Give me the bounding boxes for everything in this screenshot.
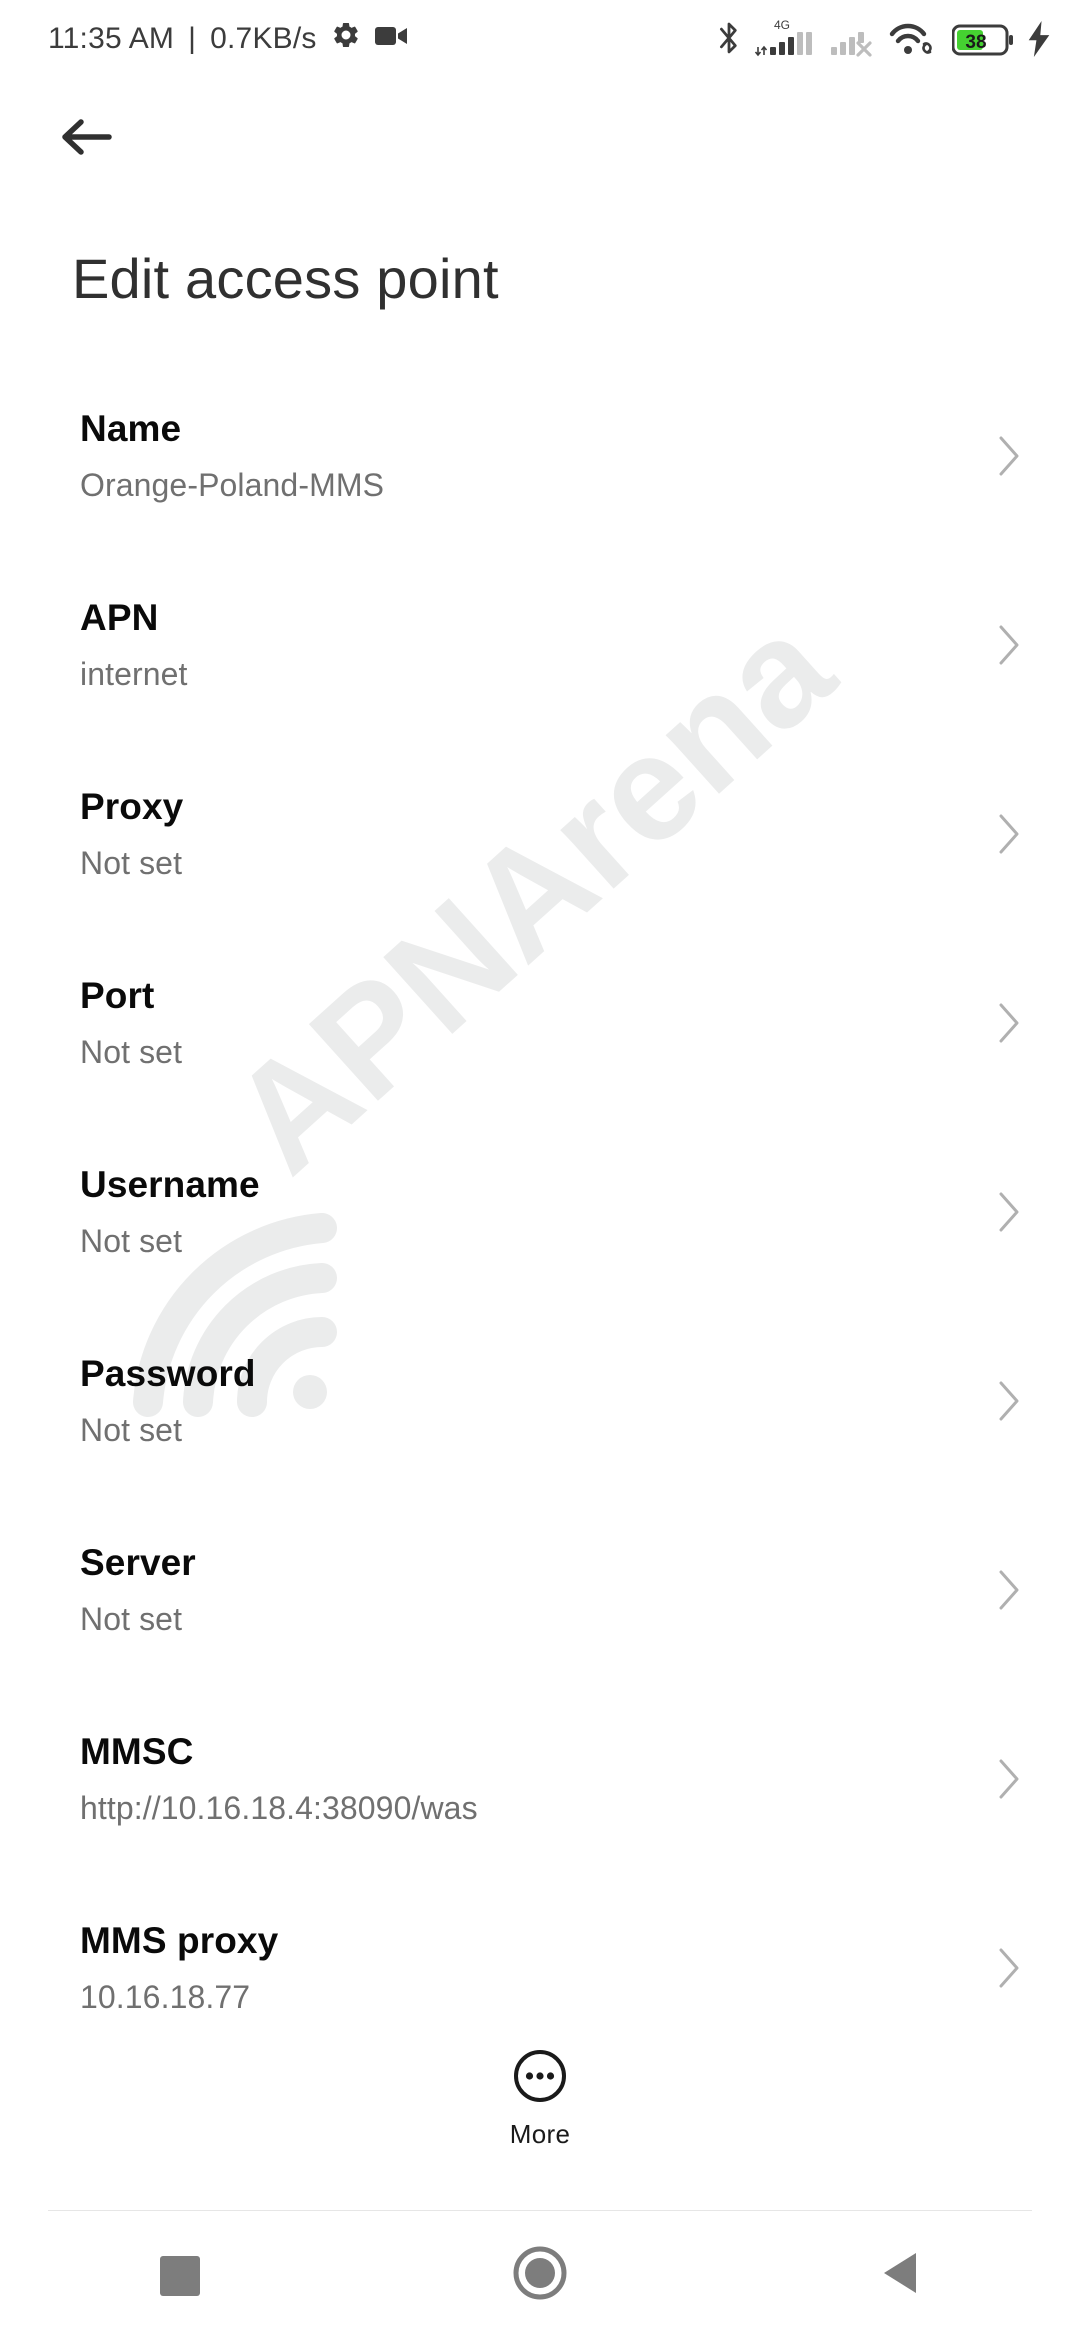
more-button-label: More (509, 2119, 571, 2149)
charging-bolt-icon (1026, 20, 1052, 62)
list-item-value: Orange-Poland-MMS (80, 467, 385, 503)
list-item-apn[interactable]: APN internet (0, 585, 1080, 774)
chevron-right-icon (996, 434, 1022, 483)
chevron-right-icon (996, 1001, 1022, 1050)
back-nav-button[interactable] (48, 100, 126, 178)
wifi-icon (888, 17, 940, 62)
battery-icon: 38 (951, 23, 1014, 62)
list-item-label: MMS proxy (80, 1920, 279, 1961)
list-item-value: Not set (80, 1223, 183, 1259)
list-item-value: internet (80, 656, 188, 692)
arrow-left-icon (59, 114, 115, 165)
video-camera-icon (374, 22, 409, 56)
home-button[interactable] (360, 2211, 720, 2340)
status-bar-right: 4G 38 (716, 17, 1052, 62)
svg-text:38: 38 (965, 32, 986, 53)
gear-icon (331, 20, 361, 58)
back-button[interactable] (720, 2211, 1080, 2340)
list-item-label: Proxy (80, 786, 184, 827)
list-item-value: 10.16.18.77 (80, 1979, 251, 2015)
chevron-right-icon (996, 1946, 1022, 1995)
chevron-right-icon (996, 1379, 1022, 1428)
chevron-right-icon (996, 812, 1022, 861)
app-bar (0, 78, 1080, 198)
bluetooth-icon (716, 19, 742, 62)
list-item-value: Not set (80, 1412, 183, 1448)
list-item-label: Username (80, 1164, 260, 1205)
list-item-proxy[interactable]: Proxy Not set (0, 774, 1080, 963)
page-title: Edit access point (72, 247, 499, 310)
status-bar-left: 11:35 AM | 0.7KB/s (48, 20, 409, 58)
list-item-label: Server (80, 1542, 196, 1583)
list-item-password[interactable]: Password Not set (0, 1341, 1080, 1530)
square-icon (160, 2255, 200, 2296)
list-item-label: Password (80, 1353, 256, 1394)
signal-4g-icon: 4G (754, 17, 818, 62)
list-item-value: Not set (80, 845, 183, 881)
list-item-username[interactable]: Username Not set (0, 1152, 1080, 1341)
signal-sim2-no-service-icon (830, 17, 876, 62)
svg-text:4G: 4G (774, 18, 790, 32)
list-item-mmsc[interactable]: MMSC http://10.16.18.4:38090/was (0, 1719, 1080, 1908)
phone-screen: 11:35 AM | 0.7KB/s 4G 38 Edit access poi… (0, 0, 1080, 2340)
list-item-label: Port (80, 975, 155, 1016)
list-item-value: Not set (80, 1034, 183, 1070)
list-item-label: MMSC (80, 1731, 194, 1772)
more-dots-circle-icon (512, 2048, 568, 2109)
circle-icon (513, 2246, 567, 2305)
chevron-right-icon (996, 623, 1022, 672)
access-point-field-list: Name Orange-Poland-MMS APN internet Prox… (0, 396, 1080, 2097)
list-item-server[interactable]: Server Not set (0, 1530, 1080, 1719)
triangle-left-icon (878, 2249, 922, 2302)
list-item-value: http://10.16.18.4:38090/was (80, 1790, 478, 1826)
list-item-label: APN (80, 597, 159, 638)
more-button[interactable]: More (0, 2048, 1080, 2150)
status-time: 11:35 AM (48, 22, 175, 55)
system-navigation-bar (0, 2211, 1080, 2340)
recents-button[interactable] (0, 2211, 360, 2340)
list-item-value: Not set (80, 1601, 183, 1637)
status-network-speed: 0.7KB/s (210, 22, 317, 55)
chevron-right-icon (996, 1757, 1022, 1806)
status-bar: 11:35 AM | 0.7KB/s 4G 38 (0, 0, 1080, 78)
status-separator: | (188, 22, 197, 55)
list-item-label: Name (80, 408, 182, 449)
chevron-right-icon (996, 1568, 1022, 1617)
list-item-name[interactable]: Name Orange-Poland-MMS (0, 396, 1080, 585)
list-item-port[interactable]: Port Not set (0, 963, 1080, 1152)
chevron-right-icon (996, 1190, 1022, 1239)
